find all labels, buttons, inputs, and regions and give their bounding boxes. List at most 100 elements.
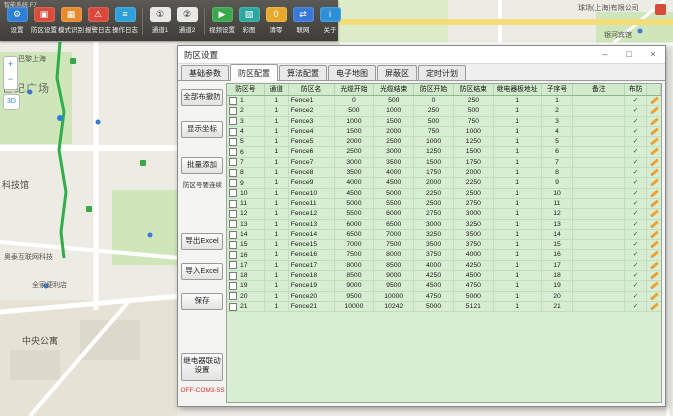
row-checkbox[interactable]: [229, 107, 237, 115]
edit-pencil-icon[interactable]: [650, 96, 659, 104]
cell-edit[interactable]: [647, 230, 661, 239]
cell-armed[interactable]: ✓: [625, 261, 647, 270]
column-header[interactable]: 备注: [573, 84, 625, 95]
row-checkbox[interactable]: [229, 189, 237, 197]
toolbar-button-about[interactable]: i关于: [317, 7, 343, 34]
edit-pencil-icon[interactable]: [650, 261, 659, 269]
row-checkbox[interactable]: [229, 241, 237, 249]
minimize-button[interactable]: –: [593, 47, 617, 63]
edit-pencil-icon[interactable]: [650, 148, 659, 156]
toolbar-button-pattern[interactable]: ▦模式识别: [58, 7, 84, 34]
edit-pencil-icon[interactable]: [650, 199, 659, 207]
cell-edit[interactable]: [647, 137, 661, 146]
toolbar-button-op-log[interactable]: ≡操作日志: [112, 7, 138, 34]
table-row[interactable]: 171Fence178000850040004250117✓: [227, 261, 661, 271]
table-row[interactable]: 81Fence8350040001750200018✓: [227, 168, 661, 178]
table-row[interactable]: 191Fence199000950045004750119✓: [227, 281, 661, 291]
table-row[interactable]: 211Fence21100001024250005121121✓: [227, 302, 661, 312]
zoom-out-icon[interactable]: −: [4, 72, 17, 87]
edit-pencil-icon[interactable]: [650, 251, 659, 259]
cell-edit[interactable]: [647, 189, 661, 198]
edit-pencil-icon[interactable]: [650, 107, 659, 115]
cell-armed[interactable]: ✓: [625, 168, 647, 177]
column-header[interactable]: 通道: [265, 84, 289, 95]
zoom-in-icon[interactable]: +: [4, 57, 17, 72]
table-row[interactable]: 51Fence5200025001000125015✓: [227, 137, 661, 147]
tab-emap[interactable]: 电子地图: [328, 65, 376, 81]
table-row[interactable]: 71Fence7300035001500175017✓: [227, 158, 661, 168]
toolbar-button-clear[interactable]: 0清零: [263, 7, 289, 34]
arm-all-button[interactable]: 全部布撤防: [181, 89, 223, 106]
cell-edit[interactable]: [647, 302, 661, 311]
row-checkbox[interactable]: [229, 117, 237, 125]
cell-armed[interactable]: ✓: [625, 281, 647, 290]
cell-edit[interactable]: [647, 147, 661, 156]
row-checkbox[interactable]: [229, 210, 237, 218]
cell-edit[interactable]: [647, 261, 661, 270]
edit-pencil-icon[interactable]: [650, 138, 659, 146]
cell-edit[interactable]: [647, 250, 661, 259]
edit-pencil-icon[interactable]: [650, 282, 659, 290]
cell-edit[interactable]: [647, 271, 661, 280]
edit-pencil-icon[interactable]: [650, 127, 659, 135]
row-checkbox[interactable]: [229, 97, 237, 105]
row-checkbox[interactable]: [229, 251, 237, 259]
toolbar-button-channel1[interactable]: ①通道1: [147, 7, 173, 34]
row-checkbox[interactable]: [229, 158, 237, 166]
cell-edit[interactable]: [647, 199, 661, 208]
edit-pencil-icon[interactable]: [650, 220, 659, 228]
cell-edit[interactable]: [647, 96, 661, 105]
table-row[interactable]: 101Fence104500500022502500110✓: [227, 189, 661, 199]
table-row[interactable]: 31Fence31000150050075013✓: [227, 117, 661, 127]
tab-mask-area[interactable]: 屏蔽区: [377, 65, 417, 81]
import-excel-button[interactable]: 导入Excel: [181, 263, 223, 280]
cell-armed[interactable]: ✓: [625, 209, 647, 218]
table-row[interactable]: 131Fence136000650030003250113✓: [227, 220, 661, 230]
maximize-button[interactable]: □: [617, 47, 641, 63]
row-checkbox[interactable]: [229, 231, 237, 239]
table-row[interactable]: 141Fence146500700032503500114✓: [227, 230, 661, 240]
cell-armed[interactable]: ✓: [625, 189, 647, 198]
edit-pencil-icon[interactable]: [650, 292, 659, 300]
cell-armed[interactable]: ✓: [625, 240, 647, 249]
column-header[interactable]: 防区名: [289, 84, 335, 95]
cell-armed[interactable]: ✓: [625, 117, 647, 126]
edit-pencil-icon[interactable]: [650, 230, 659, 238]
row-checkbox[interactable]: [229, 261, 237, 269]
table-row[interactable]: 111Fence115000550025002750111✓: [227, 199, 661, 209]
column-header[interactable]: 防区结束: [454, 84, 494, 95]
column-header[interactable]: 布防: [625, 84, 647, 95]
cell-edit[interactable]: [647, 127, 661, 136]
table-row[interactable]: 121Fence125500600027503000112✓: [227, 209, 661, 219]
table-row[interactable]: 91Fence9400045002000225019✓: [227, 178, 661, 188]
edit-pencil-icon[interactable]: [650, 179, 659, 187]
column-header[interactable]: 继电器板地址: [494, 84, 542, 95]
edit-pencil-icon[interactable]: [650, 302, 659, 310]
cell-edit[interactable]: [647, 292, 661, 301]
toolbar-button-alarm-log[interactable]: ⚠报警日志: [85, 7, 111, 34]
toolbar-button-network[interactable]: ⇄联网: [290, 7, 316, 34]
tab-algorithm[interactable]: 算法配置: [279, 65, 327, 81]
cell-armed[interactable]: ✓: [625, 96, 647, 105]
cell-armed[interactable]: ✓: [625, 158, 647, 167]
row-checkbox[interactable]: [229, 292, 237, 300]
edit-pencil-icon[interactable]: [650, 272, 659, 280]
row-checkbox[interactable]: [229, 179, 237, 187]
column-header[interactable]: 子序号: [542, 84, 574, 95]
toolbar-button-colormap[interactable]: ▧彩图: [236, 7, 262, 34]
edit-pencil-icon[interactable]: [650, 210, 659, 218]
map-zoom-control[interactable]: +−: [3, 56, 18, 90]
cell-armed[interactable]: ✓: [625, 230, 647, 239]
row-checkbox[interactable]: [229, 169, 237, 177]
table-row[interactable]: 181Fence188500900042504500118✓: [227, 271, 661, 281]
column-header[interactable]: 光缆开始: [335, 84, 375, 95]
cell-edit[interactable]: [647, 158, 661, 167]
cell-armed[interactable]: ✓: [625, 147, 647, 156]
cell-edit[interactable]: [647, 240, 661, 249]
cell-armed[interactable]: ✓: [625, 250, 647, 259]
cell-armed[interactable]: ✓: [625, 106, 647, 115]
row-checkbox[interactable]: [229, 148, 237, 156]
column-header[interactable]: 光缆结束: [374, 84, 414, 95]
cell-edit[interactable]: [647, 209, 661, 218]
cell-edit[interactable]: [647, 117, 661, 126]
